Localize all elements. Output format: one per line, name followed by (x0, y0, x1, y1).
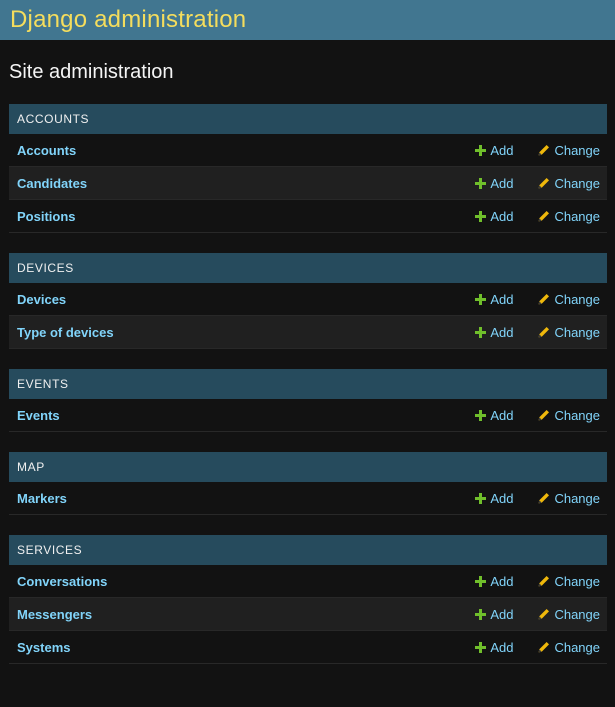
app-caption[interactable]: ACCOUNTS (9, 104, 607, 134)
add-link[interactable]: Add (475, 607, 513, 622)
change-link[interactable]: Change (538, 176, 600, 191)
add-link[interactable]: Add (475, 574, 513, 589)
pencil-icon (538, 177, 550, 189)
change-label: Change (554, 606, 600, 622)
model-row: Candidates Add Change (9, 167, 607, 200)
plus-icon (475, 210, 487, 222)
app-module-services: SERVICES Conversations Add Change Messengers… (9, 535, 607, 664)
add-label: Add (490, 175, 514, 191)
model-link[interactable]: Markers (17, 491, 475, 506)
pencil-icon (538, 210, 550, 222)
model-row: Positions Add Change (9, 200, 607, 233)
app-caption[interactable]: MAP (9, 452, 607, 482)
add-link[interactable]: Add (475, 325, 513, 340)
change-label: Change (554, 175, 600, 191)
model-row: Systems Add Change (9, 631, 607, 664)
model-row: Conversations Add Change (9, 565, 607, 598)
add-label: Add (490, 142, 514, 158)
pencil-icon (538, 293, 550, 305)
add-label: Add (490, 606, 514, 622)
add-label: Add (490, 208, 514, 224)
add-link[interactable]: Add (475, 640, 513, 655)
site-name-link[interactable]: Django administration (10, 6, 246, 34)
change-label: Change (554, 573, 600, 589)
model-row: Events Add Change (9, 399, 607, 432)
model-link[interactable]: Candidates (17, 176, 475, 191)
change-link[interactable]: Change (538, 143, 600, 158)
plus-icon (475, 144, 487, 156)
model-row: Messengers Add Change (9, 598, 607, 631)
add-link[interactable]: Add (475, 143, 513, 158)
change-label: Change (554, 490, 600, 506)
model-link[interactable]: Messengers (17, 607, 475, 622)
content-area: Site administration ACCOUNTS Accounts Add C… (0, 40, 615, 664)
change-link[interactable]: Change (538, 292, 600, 307)
add-link[interactable]: Add (475, 176, 513, 191)
model-link[interactable]: Positions (17, 209, 475, 224)
plus-icon (475, 293, 487, 305)
change-label: Change (554, 208, 600, 224)
change-link[interactable]: Change (538, 574, 600, 589)
model-link[interactable]: Events (17, 408, 475, 423)
model-link[interactable]: Type of devices (17, 325, 475, 340)
model-row: Markers Add Change (9, 482, 607, 515)
pencil-icon (538, 575, 550, 587)
change-label: Change (554, 324, 600, 340)
change-link[interactable]: Change (538, 491, 600, 506)
change-link[interactable]: Change (538, 640, 600, 655)
plus-icon (475, 326, 487, 338)
change-link[interactable]: Change (538, 607, 600, 622)
add-label: Add (490, 490, 514, 506)
add-link[interactable]: Add (475, 209, 513, 224)
pencil-icon (538, 608, 550, 620)
app-module-events: EVENTS Events Add Change (9, 369, 607, 432)
model-row: Accounts Add Change (9, 134, 607, 167)
app-module-map: MAP Markers Add Change (9, 452, 607, 515)
change-link[interactable]: Change (538, 325, 600, 340)
page-title: Site administration (9, 61, 174, 83)
add-label: Add (490, 573, 514, 589)
add-link[interactable]: Add (475, 408, 513, 423)
change-label: Change (554, 639, 600, 655)
pencil-icon (538, 326, 550, 338)
plus-icon (475, 608, 487, 620)
plus-icon (475, 177, 487, 189)
app-module-accounts: ACCOUNTS Accounts Add Change Candidates Add Ch… (9, 104, 607, 233)
model-row: Type of devices Add Change (9, 316, 607, 349)
add-label: Add (490, 291, 514, 307)
pencil-icon (538, 409, 550, 421)
pencil-icon (538, 641, 550, 653)
plus-icon (475, 575, 487, 587)
plus-icon (475, 492, 487, 504)
app-module-devices: DEVICES Devices Add Change Type of devices Ad… (9, 253, 607, 349)
change-link[interactable]: Change (538, 408, 600, 423)
header-bar: Django administration (0, 0, 615, 40)
change-label: Change (554, 291, 600, 307)
pencil-icon (538, 144, 550, 156)
model-row: Devices Add Change (9, 283, 607, 316)
add-link[interactable]: Add (475, 491, 513, 506)
change-link[interactable]: Change (538, 209, 600, 224)
change-label: Change (554, 407, 600, 423)
model-link[interactable]: Accounts (17, 143, 475, 158)
change-label: Change (554, 142, 600, 158)
plus-icon (475, 409, 487, 421)
model-link[interactable]: Systems (17, 640, 475, 655)
pencil-icon (538, 492, 550, 504)
app-caption[interactable]: SERVICES (9, 535, 607, 565)
app-caption[interactable]: DEVICES (9, 253, 607, 283)
plus-icon (475, 641, 487, 653)
add-link[interactable]: Add (475, 292, 513, 307)
app-list: ACCOUNTS Accounts Add Change Candidates Add Ch… (9, 104, 607, 664)
add-label: Add (490, 324, 514, 340)
add-label: Add (490, 639, 514, 655)
app-caption[interactable]: EVENTS (9, 369, 607, 399)
model-link[interactable]: Conversations (17, 574, 475, 589)
add-label: Add (490, 407, 514, 423)
model-link[interactable]: Devices (17, 292, 475, 307)
